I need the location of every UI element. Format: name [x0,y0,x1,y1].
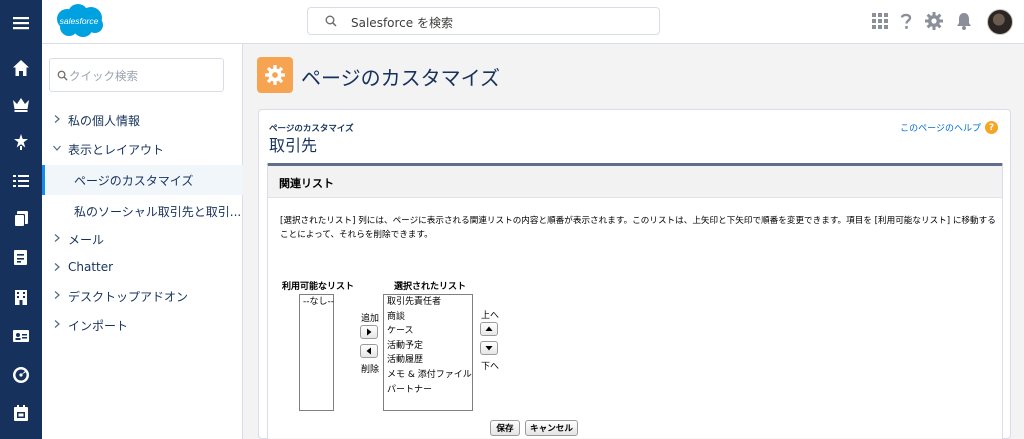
move-down-button[interactable] [480,341,498,355]
chevron-down-icon [53,145,61,151]
copy-icon[interactable] [0,201,42,237]
global-header: salesforce Salesforce を検索 [42,0,1024,44]
sidebar-item-label: インポート [68,319,129,333]
sidebar-item-desktop-addons[interactable]: デスクトップアドオン [42,282,243,310]
list-item[interactable]: ケース [384,324,472,339]
gear-icon[interactable] [924,11,944,31]
home-icon[interactable] [0,50,42,86]
related-list-panel: 関連リスト [選択されたリスト] 列には、ページに表示される関連リストの内容と順… [267,163,1003,439]
sidebar-item-label: 私の個人情報 [68,114,141,128]
user-avatar[interactable] [987,9,1013,35]
move-up-label: 上へ [481,311,500,321]
sidebar-item-customize-page[interactable]: ページのカスタマイズ [42,165,243,195]
sidebar-item-email[interactable]: メール [42,225,243,253]
help-link[interactable]: このページのヘルプ ? [900,121,998,134]
chevron-right-icon [54,320,60,328]
add-button[interactable] [360,325,378,339]
selected-list-label: 選択されたリスト [394,282,467,292]
arrow-left-icon [366,347,371,355]
help-question-icon: ? [985,121,998,134]
sidebar-item-label: 表示とレイアウト [68,143,165,157]
available-list[interactable]: --なし-- [299,294,334,411]
sidebar-item-label: ページのカスタマイズ [74,174,194,188]
move-up-button[interactable] [480,322,498,336]
salesforce-logo[interactable]: salesforce [53,3,105,39]
quick-find-placeholder: クイック検索 [69,69,138,83]
object-name: 取引先 [269,136,318,155]
content-card: ページのカスタマイズ 取引先 このページのヘルプ ? 関連リスト [選択されたリ… [258,109,1011,439]
cancel-button[interactable]: キャンセル [525,420,578,436]
list-item[interactable]: 商談 [384,310,472,325]
sidebar-item-import[interactable]: インポート [42,311,243,339]
gauge-icon[interactable] [0,357,42,393]
star-icon[interactable] [0,124,42,160]
search-icon [325,15,337,27]
page-title: ページのカスタマイズ [301,66,500,90]
list-item[interactable]: 活動履歴 [384,353,472,368]
list-item[interactable]: メモ & 添付ファイル [384,368,472,383]
sidebar-item-social-accounts[interactable]: 私のソーシャル取引先と取引... [42,196,243,226]
help-link-label: このページのヘルプ [900,124,981,134]
list-item[interactable]: --なし-- [300,295,334,310]
panel-body: [選択されたリスト] 列には、ページに表示される関連リストの内容と順番が表示され… [268,198,1002,438]
global-nav-rail [0,0,42,439]
arrow-right-icon [367,328,372,336]
selected-list[interactable]: 取引先責任者 商談 ケース 活動予定 活動履歴 メモ & 添付ファイル パートナ… [383,294,473,411]
help-icon[interactable] [896,11,916,31]
sidebar-item-label: Chatter [68,260,114,274]
chevron-right-icon [54,115,60,123]
save-button[interactable]: 保存 [490,420,520,436]
chevron-right-icon [54,234,60,242]
add-label: 追加 [361,314,380,324]
global-search-input[interactable]: Salesforce を検索 [307,7,660,35]
sidebar-item-label: デスクトップアドオン [68,290,189,304]
building-icon[interactable] [0,279,42,315]
available-list-label: 利用可能なリスト [282,282,355,292]
sidebar-item-personal-info[interactable]: 私の個人情報 [42,106,243,134]
list-item[interactable]: パートナー [384,383,472,398]
setup-sidebar: クイック検索 私の個人情報 表示とレイアウト ページのカスタマイズ 私のソーシャ… [42,44,243,439]
bell-icon[interactable] [954,11,974,31]
calendar-icon[interactable] [0,395,42,431]
report-icon[interactable] [0,239,42,275]
remove-button[interactable] [360,344,378,358]
chevron-right-icon [54,291,60,299]
move-down-label: 下へ [481,362,500,372]
arrow-down-icon [485,346,493,351]
sidebar-item-chatter[interactable]: Chatter [42,254,243,282]
checklist-icon[interactable] [0,163,42,199]
panel-header: 関連リスト [268,166,1002,198]
logo-text: salesforce [60,16,99,26]
sidebar-item-label: 私のソーシャル取引先と取引... [74,205,242,219]
search-icon [57,70,68,81]
app-launcher-icon[interactable] [870,11,890,31]
sidebar-item-label: メール [68,233,105,247]
quick-find-input[interactable]: クイック検索 [49,58,224,92]
menu-icon[interactable] [0,5,42,41]
crown-icon[interactable] [0,86,42,122]
setup-gear-icon [257,57,293,93]
list-item[interactable]: 取引先責任者 [384,295,472,310]
panel-description: [選択されたリスト] 列には、ページに表示される関連リストの内容と順番が表示され… [280,216,996,240]
chevron-right-icon [54,263,60,271]
remove-label: 削除 [361,365,380,375]
list-item[interactable]: 活動予定 [384,339,472,354]
arrow-up-icon [485,326,493,331]
panel-title: 関連リスト [279,177,334,190]
sidebar-item-display-layout[interactable]: 表示とレイアウト [42,135,243,163]
search-placeholder: Salesforce を検索 [351,16,453,30]
contact-card-icon[interactable] [0,318,42,354]
